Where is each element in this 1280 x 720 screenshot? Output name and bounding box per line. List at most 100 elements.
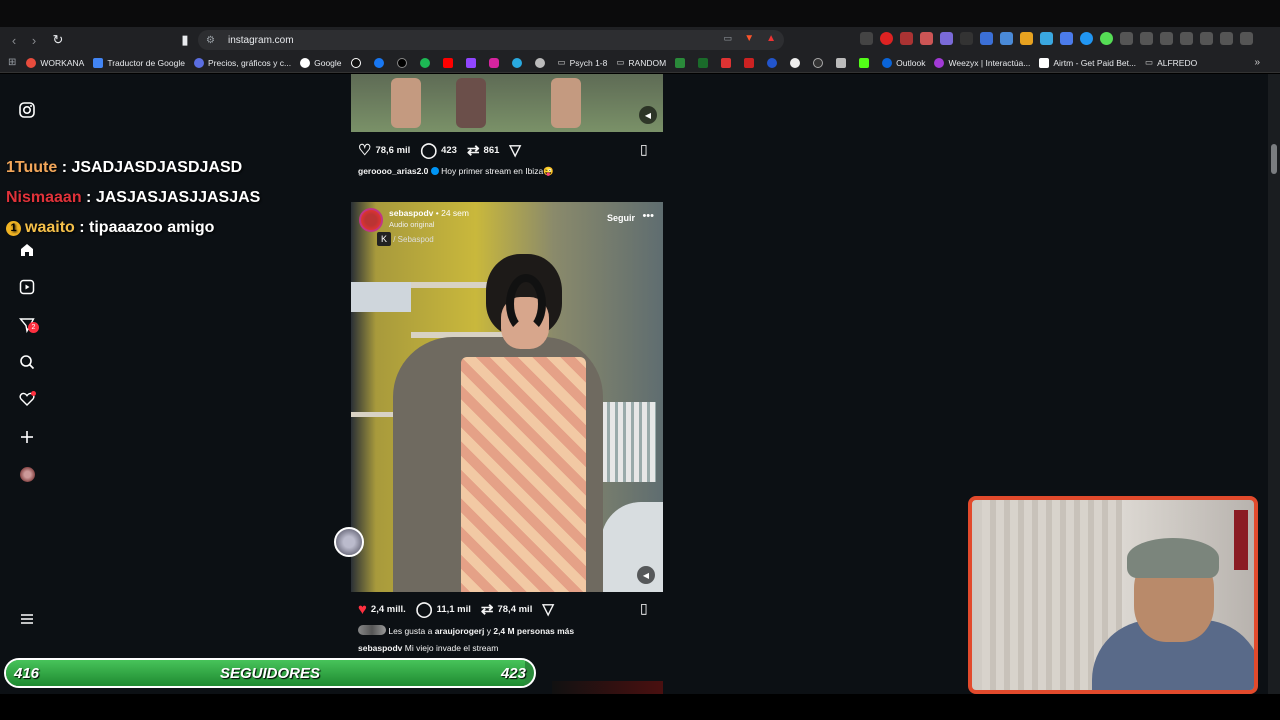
bookmark-prices[interactable]: Precios, gráficos y c... bbox=[193, 57, 291, 68]
bookmark-site[interactable] bbox=[836, 57, 850, 68]
bookmark-weezyx[interactable]: Weezyx | Interactúa... bbox=[934, 57, 1030, 68]
wallet-icon[interactable] bbox=[1180, 32, 1193, 45]
bookmark-site[interactable] bbox=[790, 57, 804, 68]
reel-video[interactable]: sebaspodv • 24 sem Audio original K / Se… bbox=[351, 202, 663, 592]
menu-icon[interactable] bbox=[18, 610, 36, 628]
extension-icon[interactable] bbox=[920, 32, 933, 45]
brave-rewards-icon[interactable]: ▲ bbox=[766, 33, 776, 44]
apps-icon[interactable]: ⊞ bbox=[8, 57, 16, 68]
more-options-icon[interactable]: ••• bbox=[642, 210, 654, 222]
vpn-icon[interactable] bbox=[1220, 32, 1233, 45]
extension-icon[interactable] bbox=[1040, 32, 1053, 45]
share-icon[interactable]: ▽ bbox=[542, 600, 554, 618]
bookmark-twitch[interactable] bbox=[465, 57, 480, 68]
repost-icon[interactable]: ⇄ bbox=[481, 600, 494, 618]
save-icon[interactable]: ▯ bbox=[640, 141, 648, 158]
extension-icon[interactable] bbox=[1060, 32, 1073, 45]
extension-icon[interactable] bbox=[980, 32, 993, 45]
extension-icon[interactable] bbox=[1080, 32, 1093, 45]
back-icon[interactable]: ‹ bbox=[4, 30, 24, 50]
bookmark-airtm[interactable]: Airtm - Get Paid Bet... bbox=[1039, 57, 1136, 68]
instagram-icon[interactable] bbox=[18, 101, 36, 119]
extension-icon[interactable] bbox=[1000, 32, 1013, 45]
create-icon[interactable] bbox=[18, 428, 36, 446]
post-video[interactable]: ◀ bbox=[351, 74, 663, 132]
bookmark-outlook[interactable]: Outlook bbox=[882, 57, 925, 68]
cast-icon[interactable]: ▭ bbox=[724, 33, 733, 44]
page-scrollbar[interactable] bbox=[1268, 74, 1280, 694]
comment-icon[interactable]: ◯ bbox=[420, 141, 437, 159]
bookmark-psych[interactable]: ▭ Psych 1-8 bbox=[558, 57, 608, 68]
profile-avatar[interactable] bbox=[18, 465, 36, 483]
send-icon[interactable]: 2 bbox=[18, 316, 39, 334]
reel-username[interactable]: sebaspodv bbox=[389, 208, 433, 218]
bookmark-tiktok[interactable] bbox=[350, 57, 365, 68]
user-avatar[interactable] bbox=[359, 208, 383, 232]
music-icon[interactable] bbox=[1140, 32, 1153, 45]
bookmark-site[interactable] bbox=[534, 57, 549, 68]
reels-icon[interactable] bbox=[18, 278, 36, 296]
brave-shield-icon[interactable]: ▼ bbox=[744, 33, 754, 44]
extension-icon[interactable] bbox=[860, 32, 873, 45]
more-bookmarks-icon[interactable]: » bbox=[1254, 57, 1260, 68]
floating-avatar[interactable] bbox=[334, 527, 364, 557]
bookmark-site[interactable] bbox=[744, 57, 758, 68]
address-bar[interactable]: ⚙ instagram.com ▭ ▼ ▲ bbox=[198, 30, 784, 50]
extension-icon[interactable] bbox=[940, 32, 953, 45]
repost-icon[interactable]: ⇄ bbox=[467, 141, 480, 159]
facebook-icon bbox=[373, 57, 384, 68]
translate-icon bbox=[93, 57, 104, 68]
menu-icon[interactable] bbox=[1240, 32, 1253, 45]
reload-icon[interactable]: ↻ bbox=[48, 30, 68, 50]
bookmark-site[interactable] bbox=[813, 57, 827, 68]
home-icon[interactable] bbox=[18, 241, 36, 259]
site-info-icon[interactable]: ⚙ bbox=[206, 35, 218, 46]
video-frame bbox=[391, 78, 421, 128]
extensions-area bbox=[860, 32, 1253, 45]
bookmark-site[interactable] bbox=[721, 57, 735, 68]
bookmark-site[interactable] bbox=[767, 57, 781, 68]
bookmark-site[interactable] bbox=[698, 57, 712, 68]
weezyx-icon bbox=[934, 57, 945, 68]
bookmark-site[interactable] bbox=[511, 57, 526, 68]
ai-icon[interactable] bbox=[1200, 32, 1213, 45]
sound-icon[interactable]: ◀ bbox=[639, 106, 657, 124]
extension-icon[interactable] bbox=[960, 32, 973, 45]
share-icon[interactable]: ▽ bbox=[509, 141, 521, 159]
follow-button[interactable]: Seguir bbox=[607, 213, 635, 223]
bookmark-kick[interactable] bbox=[859, 57, 873, 68]
sidebar-toggle-icon[interactable] bbox=[1160, 32, 1173, 45]
liked-heart-icon[interactable]: ♥ bbox=[358, 601, 367, 618]
bookmark-site[interactable] bbox=[675, 57, 689, 68]
extension-icon[interactable] bbox=[900, 32, 913, 45]
bookmark-workana[interactable]: WORKANA bbox=[26, 57, 84, 68]
liked-by-count[interactable]: 2,4 M personas más bbox=[493, 626, 574, 636]
audio-label[interactable]: Audio original bbox=[389, 220, 469, 229]
extension-icon[interactable] bbox=[880, 32, 893, 45]
bookmark-youtube[interactable] bbox=[442, 57, 457, 68]
bookmark-google[interactable]: Google bbox=[300, 57, 342, 68]
bookmark-icon[interactable]: ▮ bbox=[175, 30, 195, 50]
caption-username[interactable]: sebaspodv bbox=[358, 643, 402, 653]
bookmark-spotify[interactable] bbox=[419, 57, 434, 68]
extension-icon[interactable] bbox=[1020, 32, 1033, 45]
forward-icon[interactable]: › bbox=[24, 30, 44, 50]
extension-icon[interactable] bbox=[1100, 32, 1113, 45]
bookmark-facebook[interactable] bbox=[373, 57, 388, 68]
puzzle-icon[interactable] bbox=[1120, 32, 1133, 45]
sound-icon[interactable]: ◀ bbox=[637, 566, 655, 584]
caption-username[interactable]: geroooo_arias2.0 bbox=[358, 166, 428, 176]
bookmark-x[interactable] bbox=[396, 57, 411, 68]
heart-icon[interactable] bbox=[18, 390, 36, 408]
bookmark-alfredo[interactable]: ▭ ALFREDO bbox=[1145, 57, 1197, 68]
liked-by-user[interactable]: araujorogerj bbox=[435, 626, 485, 636]
like-icon[interactable]: ♡ bbox=[358, 141, 371, 159]
bookmark-random[interactable]: ▭ RANDOM bbox=[616, 57, 666, 68]
activity-dot bbox=[31, 391, 36, 396]
save-icon[interactable]: ▯ bbox=[640, 600, 648, 617]
scroll-thumb[interactable] bbox=[1271, 144, 1277, 174]
search-icon[interactable] bbox=[18, 353, 36, 371]
bookmark-translate[interactable]: Traductor de Google bbox=[93, 57, 185, 68]
bookmark-instagram[interactable] bbox=[488, 57, 503, 68]
comment-icon[interactable]: ◯ bbox=[416, 600, 433, 618]
